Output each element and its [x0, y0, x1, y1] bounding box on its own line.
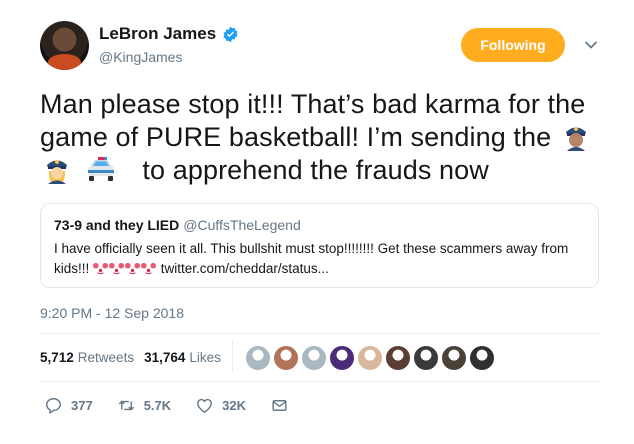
liker-avatar[interactable] — [245, 345, 271, 371]
author-handle[interactable]: @KingJames — [99, 49, 182, 65]
liker-avatar[interactable] — [273, 345, 299, 371]
retweet-button[interactable]: 5.7K — [117, 396, 171, 415]
reply-button[interactable]: 377 — [44, 396, 93, 415]
clown-emoji — [141, 262, 157, 276]
author-name-row: LeBron James — [99, 24, 239, 44]
liker-avatar[interactable] — [441, 345, 467, 371]
heart-icon — [197, 398, 213, 413]
likes-label[interactable]: Likes — [189, 350, 221, 365]
tweet-actions: 377 5.7K 32K — [44, 396, 321, 415]
tweet-line-1: Man please stop it!!! That’s bad karma f… — [40, 89, 586, 119]
quoted-tweet-text: I have officially seen it all. This bull… — [54, 241, 569, 276]
clown-emoji — [125, 262, 141, 276]
verified-badge-icon — [223, 26, 238, 42]
retweets-label[interactable]: Retweets — [78, 350, 134, 365]
quoted-author-handle: @CuffsTheLegend — [183, 217, 301, 233]
liker-avatar[interactable] — [385, 345, 411, 371]
liker-avatar[interactable] — [413, 345, 439, 371]
police-officer-man-emoji — [565, 127, 586, 151]
retweet-icon — [118, 400, 134, 411]
liker-avatar[interactable] — [329, 345, 355, 371]
clown-emoji — [109, 262, 125, 276]
stats-top-divider — [40, 333, 599, 334]
like-count: 32K — [222, 398, 247, 413]
envelope-icon — [272, 400, 287, 411]
quoted-tweet-header: 73-9 and they LIED @CuffsTheLegend — [54, 217, 301, 233]
retweets-count[interactable]: 5,712 — [40, 350, 74, 365]
stats-bottom-divider — [40, 381, 599, 382]
chevron-down-icon[interactable] — [584, 38, 598, 52]
retweet-count: 5.7K — [143, 398, 172, 413]
liker-avatar[interactable] — [469, 345, 495, 371]
reply-icon — [46, 398, 61, 414]
quoted-tweet[interactable]: 73-9 and they LIED @CuffsTheLegend I have… — [40, 203, 599, 288]
stats-separator — [232, 340, 233, 372]
quoted-author-name: 73-9 and they LIED — [54, 217, 180, 233]
liker-avatar[interactable] — [301, 345, 327, 371]
tweet-line-3: to apprehend the frauds now — [40, 154, 610, 187]
tweet-text: Man please stop it!!! That’s bad karma f… — [40, 88, 610, 187]
reply-count: 377 — [71, 398, 93, 413]
tweet-timestamp[interactable]: 9:20 PM - 12 Sep 2018 — [40, 305, 184, 321]
clown-emoji — [93, 262, 109, 276]
author-avatar[interactable] — [40, 21, 89, 70]
liker-avatar[interactable] — [357, 345, 383, 371]
like-button[interactable]: 32K — [195, 396, 246, 415]
quoted-link[interactable]: twitter.com/cheddar/status... — [161, 261, 329, 276]
police-officer-woman-emoji — [47, 160, 67, 184]
police-car-emoji — [87, 157, 114, 181]
following-button[interactable]: Following — [461, 28, 565, 62]
tweet-line-2: game of PURE basketball! I’m sending the — [40, 121, 610, 154]
likes-count[interactable]: 31,764 — [144, 350, 185, 365]
direct-message-button[interactable] — [270, 396, 297, 415]
author-display-name[interactable]: LeBron James — [99, 24, 216, 44]
tweet-stats: 5,712 Retweets 31,764 Likes — [40, 350, 231, 365]
liker-avatars — [245, 345, 497, 371]
